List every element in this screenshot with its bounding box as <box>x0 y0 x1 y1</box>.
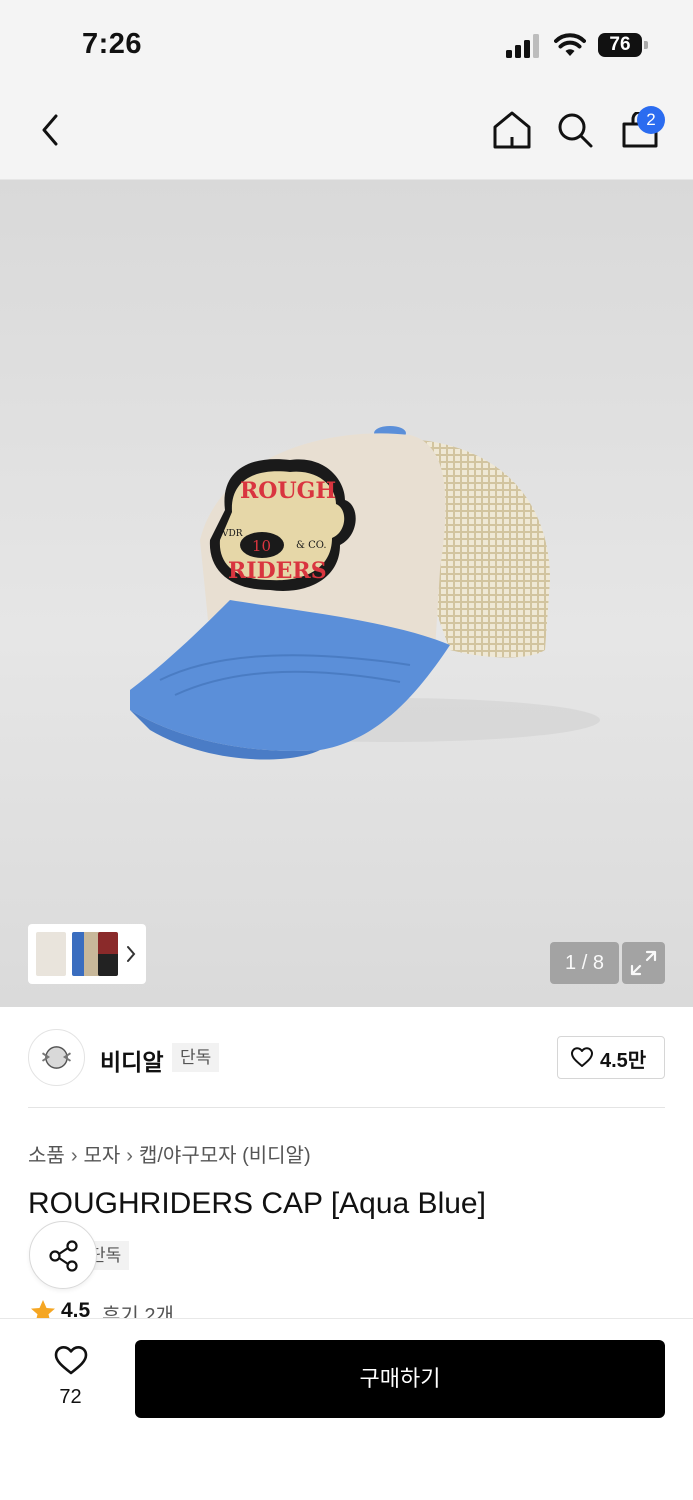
brand-logo[interactable] <box>28 1029 85 1086</box>
chevron-right-icon: › <box>126 1145 133 1167</box>
patch-text-rough: ROUGH <box>240 478 336 504</box>
heart-outline-icon[interactable] <box>53 1344 89 1376</box>
heart-outline-icon <box>571 1047 593 1067</box>
patch-text-vdr: VDR <box>221 529 243 539</box>
breadcrumb-item-3[interactable]: 캡/야구모자 (비디알) <box>139 1145 311 1167</box>
brand-name[interactable]: 비디알 <box>100 1043 163 1077</box>
battery-cap <box>644 41 648 49</box>
product-title: ROUGHRIDERS CAP [Aqua Blue] <box>28 1187 486 1220</box>
product-cap-image: ROUGH 10 VDR & CO. RIDERS <box>130 426 600 760</box>
wish-count: 72 <box>59 1386 82 1408</box>
battery-indicator: 76 <box>598 33 648 57</box>
brand-like-count: 4.5만 <box>600 1050 647 1072</box>
thumbnail-3[interactable] <box>98 932 118 976</box>
search-icon[interactable] <box>555 110 595 150</box>
cart-count-badge: 2 <box>637 106 665 134</box>
patch-text-co: & CO. <box>296 540 327 551</box>
wifi-icon <box>554 33 586 56</box>
breadcrumb: 소품 › 모자 › 캡/야구모자 (비디알) <box>28 1139 311 1168</box>
battery-level: 76 <box>598 33 642 57</box>
patch-text-number: 10 <box>252 537 271 555</box>
product-image-gallery[interactable]: ROUGH 10 VDR & CO. RIDERS <box>0 180 693 1007</box>
expand-icon[interactable] <box>622 942 665 984</box>
back-chevron-icon[interactable] <box>36 110 66 150</box>
buy-button[interactable]: 구매하기 <box>135 1340 665 1418</box>
status-time: 7:26 <box>82 28 143 60</box>
brand-exclusive-tag: 단독 <box>172 1043 220 1072</box>
patch-text-riders: RIDERS <box>228 558 327 584</box>
image-page-indicator: 1 / 8 <box>550 942 619 984</box>
share-button[interactable] <box>29 1221 97 1289</box>
chevron-right-icon[interactable] <box>124 944 138 964</box>
thumbnail-1[interactable] <box>36 932 66 976</box>
breadcrumb-item-2[interactable]: 모자 <box>83 1145 120 1167</box>
share-icon <box>49 1240 78 1272</box>
status-bar: 7:26 76 <box>0 0 693 90</box>
home-icon[interactable] <box>491 110 533 150</box>
breadcrumb-item-1[interactable]: 소품 <box>28 1145 65 1167</box>
chevron-right-icon: › <box>70 1145 78 1167</box>
section-divider <box>28 1107 665 1108</box>
cellular-signal-icon <box>506 34 539 58</box>
